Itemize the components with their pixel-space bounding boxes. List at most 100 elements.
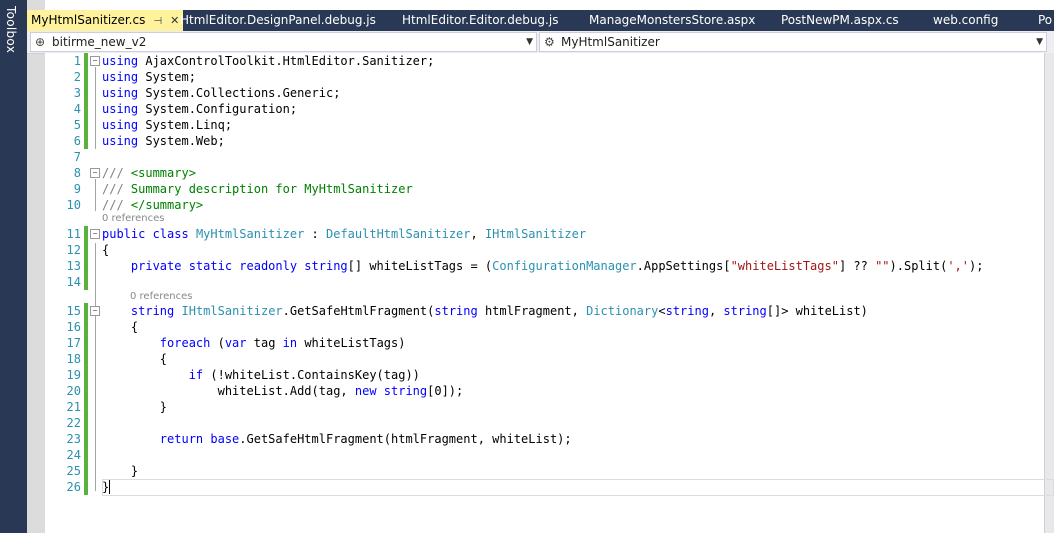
- change-marker: [84, 463, 88, 479]
- code-line[interactable]: 3 using System.Collections.Generic;: [45, 85, 1045, 101]
- code-text: private static readonly string[] whiteLi…: [130, 259, 984, 273]
- close-icon[interactable]: ✕: [170, 14, 179, 27]
- change-marker: [84, 431, 88, 447]
- code-line[interactable]: 23 return base.GetSafeHtmlFragment(htmlF…: [45, 431, 1045, 447]
- code-text: using System.Collections.Generic;: [102, 86, 341, 100]
- code-text: }​: [102, 480, 111, 494]
- tab-label: web.config: [933, 13, 999, 27]
- collapse-icon[interactable]: −: [90, 306, 100, 316]
- class-icon: ⚙: [544, 35, 555, 49]
- code-text: }: [159, 400, 168, 414]
- code-line[interactable]: 21 }: [45, 399, 1045, 415]
- change-marker: [84, 399, 88, 415]
- tab-myhtmlsanitizer[interactable]: MyHtmlSanitizer.cs ⊣ ✕: [27, 10, 184, 31]
- line-number: 7: [73, 150, 81, 164]
- collapse-icon[interactable]: −: [90, 229, 100, 239]
- code-line[interactable]: 9 /// Summary description for MyHtmlSani…: [45, 181, 1045, 197]
- text-cursor: ​: [109, 480, 111, 494]
- code-line[interactable]: 11 − public class MyHtmlSanitizer : Defa…: [45, 226, 1045, 242]
- change-marker: [84, 319, 88, 335]
- tab-overflow[interactable]: Po: [1038, 10, 1052, 31]
- code-text: using System.Linq;: [102, 118, 233, 132]
- code-line[interactable]: 16 {: [45, 319, 1045, 335]
- code-line[interactable]: 5 using System.Linq;: [45, 117, 1045, 133]
- code-line[interactable]: 2 using System;: [45, 69, 1045, 85]
- code-line[interactable]: 25 }: [45, 463, 1045, 479]
- change-marker: [84, 351, 88, 367]
- change-marker: [84, 274, 88, 290]
- code-line[interactable]: 7: [45, 149, 1045, 165]
- codelens-references[interactable]: 0 references: [130, 291, 193, 302]
- tab-postnewpm[interactable]: PostNewPM.aspx.cs: [781, 10, 899, 31]
- change-marker: [84, 415, 88, 431]
- code-text: using System;: [102, 70, 196, 84]
- line-number: 6: [73, 134, 81, 148]
- class-name: MyHtmlSanitizer: [561, 35, 660, 49]
- code-line[interactable]: 18 {: [45, 351, 1045, 367]
- line-number: 24: [66, 448, 81, 462]
- tab-managemonstersstore[interactable]: ManageMonstersStore.aspx: [589, 10, 755, 31]
- tab-label: ManageMonstersStore.aspx: [589, 13, 756, 27]
- code-line[interactable]: 20 whiteList.Add(tag, new string[0]);: [45, 383, 1045, 399]
- code-line[interactable]: 15 − string IHtmlSanitizer.GetSafeHtmlFr…: [45, 303, 1045, 319]
- line-number: 20: [66, 384, 81, 398]
- navigation-bar: ⊕ bitirme_new_v2 ▼ ⚙ MyHtmlSanitizer ▼: [27, 31, 1054, 54]
- line-number: 21: [66, 400, 81, 414]
- line-number: 19: [66, 368, 81, 382]
- code-line[interactable]: 22: [45, 415, 1045, 431]
- chevron-down-icon[interactable]: ▼: [1036, 33, 1043, 51]
- code-text: if (!whiteList.ContainsKey(tag)): [188, 368, 420, 382]
- change-marker: [84, 447, 88, 463]
- tab-webconfig[interactable]: web.config: [933, 10, 998, 31]
- tab-label: Po: [1038, 13, 1053, 27]
- code-line[interactable]: 17 foreach (var tag in whiteListTags): [45, 335, 1045, 351]
- change-marker: [84, 258, 88, 274]
- code-text: return base.GetSafeHtmlFragment(htmlFrag…: [159, 432, 572, 446]
- line-number: 18: [66, 352, 81, 366]
- code-line[interactable]: 12 {: [45, 242, 1045, 258]
- code-line[interactable]: 19 if (!whiteList.ContainsKey(tag)): [45, 367, 1045, 383]
- line-number: 11: [66, 227, 81, 241]
- code-line[interactable]: 13 private static readonly string[] whit…: [45, 258, 1045, 274]
- code-text: whiteList.Add(tag, new string[0]);: [217, 384, 464, 398]
- line-number: 2: [73, 70, 81, 84]
- code-text: {: [159, 352, 168, 366]
- code-line[interactable]: 8 − /// <summary>: [45, 165, 1045, 181]
- pin-icon[interactable]: ⊣: [153, 16, 162, 27]
- change-marker: [84, 335, 88, 351]
- code-line[interactable]: 6 using System.Web;: [45, 133, 1045, 149]
- change-marker: [84, 479, 88, 495]
- code-line[interactable]: 10 /// </summary>: [45, 197, 1045, 213]
- line-number: 16: [66, 320, 81, 334]
- change-marker: [84, 242, 88, 258]
- code-text: using AjaxControlToolkit.HtmlEditor.Sani…: [102, 54, 435, 68]
- line-number: 14: [66, 275, 81, 289]
- chevron-down-icon[interactable]: ▼: [526, 33, 533, 51]
- code-line[interactable]: 26 }​: [45, 479, 1045, 495]
- tab-designpanel[interactable]: HtmlEditor.DesignPanel.debug.js: [180, 10, 376, 31]
- vertical-scrollbar[interactable]: [1044, 53, 1054, 533]
- code-text: }: [130, 464, 139, 478]
- codelens-references[interactable]: 0 references: [102, 213, 165, 224]
- toolbox-label[interactable]: Toolbox: [4, 6, 18, 53]
- class-dropdown[interactable]: ⚙ MyHtmlSanitizer ▼: [539, 32, 1047, 52]
- document-tab-bar: MyHtmlSanitizer.cs ⊣ ✕ HtmlEditor.DesignPa…: [27, 10, 1054, 31]
- line-number: 23: [66, 432, 81, 446]
- collapse-icon[interactable]: −: [90, 168, 100, 178]
- project-dropdown[interactable]: ⊕ bitirme_new_v2 ▼: [30, 32, 537, 52]
- code-line[interactable]: 4 using System.Configuration;: [45, 101, 1045, 117]
- project-name: bitirme_new_v2: [52, 35, 147, 49]
- toolbox-panel[interactable]: Toolbox: [0, 0, 27, 533]
- line-number: 1: [73, 54, 81, 68]
- collapse-icon[interactable]: −: [90, 56, 100, 66]
- line-number: 15: [66, 304, 81, 318]
- code-text: {: [102, 243, 110, 257]
- code-line[interactable]: 14: [45, 274, 1045, 290]
- code-line[interactable]: 24: [45, 447, 1045, 463]
- line-number: 9: [73, 182, 81, 196]
- code-line[interactable]: 1 − using AjaxControlToolkit.HtmlEditor.…: [45, 53, 1045, 69]
- code-text: {: [130, 320, 139, 334]
- tab-editor[interactable]: HtmlEditor.Editor.debug.js: [402, 10, 558, 31]
- code-editor[interactable]: 1 − using AjaxControlToolkit.HtmlEditor.…: [45, 53, 1054, 533]
- change-marker: [84, 226, 88, 242]
